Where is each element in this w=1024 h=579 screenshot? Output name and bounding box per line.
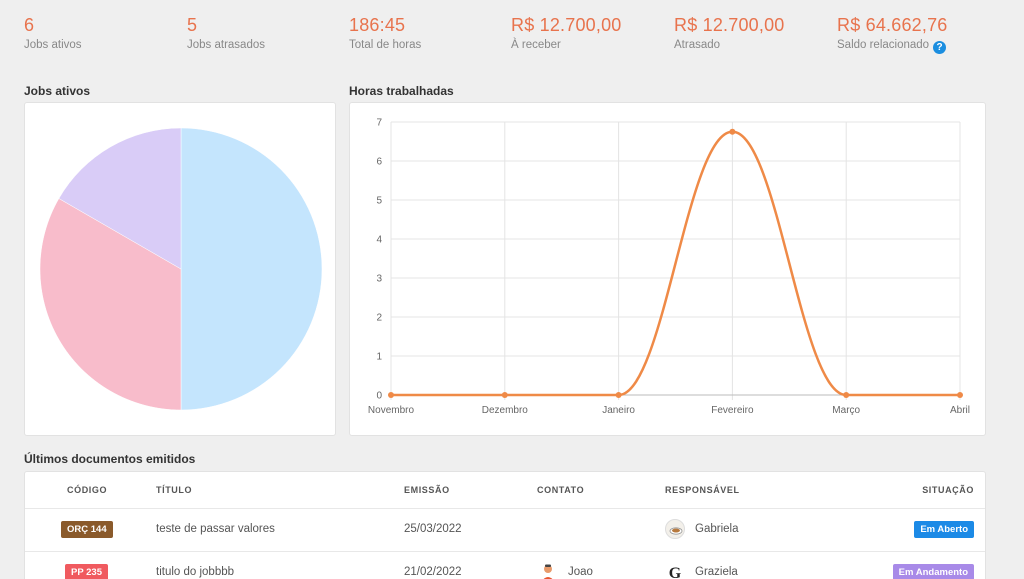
stat-a-receber: R$ 12.700,00 À receber (511, 14, 622, 52)
stat-atrasado: R$ 12.700,00 Atrasado (674, 14, 785, 52)
status-badge: Em Andamento (892, 564, 974, 579)
header-responsavel[interactable]: RESPONSÁVEL (665, 485, 740, 495)
section-title-jobs-ativos: Jobs ativos (24, 84, 91, 98)
row-responsavel: Gabriela (695, 523, 739, 535)
stat-value: 6 (24, 15, 35, 35)
stat-value: R$ 64.662,76 (837, 15, 948, 35)
person-avatar-icon (538, 562, 558, 579)
y-tick-label: 5 (376, 196, 382, 207)
row-titulo[interactable]: teste de passar valores (156, 523, 275, 535)
header-contato[interactable]: CONTATO (537, 485, 584, 495)
jobs-ativos-pie-card (24, 102, 336, 436)
stat-value: R$ 12.700,00 (674, 15, 785, 35)
stat-label: Saldo relacionado? (837, 38, 948, 54)
row-responsavel: Graziela (695, 566, 738, 578)
stat-label: Total de horas (349, 39, 422, 51)
stat-value: R$ 12.700,00 (511, 15, 622, 35)
jobs-ativos-pie-chart (39, 127, 323, 411)
data-point[interactable] (957, 392, 963, 398)
question-circle-icon[interactable]: ? (933, 41, 947, 54)
header-emissao[interactable]: EMISSÃO (404, 485, 450, 495)
data-point[interactable] (843, 392, 850, 398)
stat-total-horas: 186:45 Total de horas (349, 14, 421, 52)
section-title-ultimos-documentos: Últimos documentos emitidos (24, 452, 196, 466)
documents-table: CÓDIGO TÍTULO EMISSÃO CONTATO RESPONSÁVE… (24, 471, 986, 579)
x-tick-label: Abril (950, 405, 970, 416)
code-badge[interactable]: PP 235 (65, 564, 108, 579)
code-badge[interactable]: ORÇ 144 (61, 521, 113, 538)
table-row[interactable]: PP 235 titulo do jobbbb 21/02/2022 Joao … (25, 552, 985, 579)
x-tick-label: Janeiro (602, 405, 635, 416)
section-title-horas-trabalhadas: Horas trabalhadas (349, 84, 454, 98)
y-tick-label: 1 (376, 352, 382, 363)
stat-label: Jobs ativos (24, 39, 82, 51)
y-tick-label: 4 (376, 235, 382, 246)
row-emissao: 21/02/2022 (404, 566, 462, 578)
row-titulo[interactable]: titulo do jobbbb (156, 566, 234, 578)
x-tick-label: Março (832, 405, 860, 416)
y-tick-label: 0 (376, 391, 382, 402)
header-situacao[interactable]: SITUAÇÃO (922, 485, 974, 495)
stats-bar: 6 Jobs ativos 5 Jobs atrasados 186:45 To… (24, 14, 1014, 58)
y-tick-label: 7 (376, 118, 382, 129)
data-point[interactable] (388, 392, 394, 398)
header-titulo[interactable]: TÍTULO (156, 485, 192, 495)
google-avatar-icon: G (665, 562, 685, 579)
stat-value: 186:45 (349, 15, 406, 35)
data-point[interactable] (615, 392, 622, 398)
stat-saldo-relacionado: R$ 64.662,76 Saldo relacionado? (837, 14, 948, 54)
stat-jobs-ativos: 6 Jobs ativos (24, 14, 82, 52)
y-tick-label: 6 (376, 157, 382, 168)
pie-slice-0[interactable] (180, 127, 323, 411)
x-tick-label: Fevereiro (711, 405, 754, 416)
y-tick-label: 2 (376, 313, 382, 324)
data-point[interactable] (729, 128, 736, 135)
stat-label-text: Saldo relacionado (837, 39, 930, 51)
stat-value: 5 (187, 15, 198, 35)
status-badge: Em Aberto (914, 521, 974, 538)
header-codigo[interactable]: CÓDIGO (67, 485, 107, 495)
horas-trabalhadas-line-card: 0 1 2 3 4 5 6 7 Novembro Dezembro Janeiro Fevereiro… (349, 102, 986, 436)
horas-trabalhadas-line-chart: 0 1 2 3 4 5 6 7 Novembro Dezembro Janeiro Fevereiro… (368, 118, 970, 417)
stat-label: Atrasado (674, 39, 721, 51)
table-header: CÓDIGO TÍTULO EMISSÃO CONTATO RESPONSÁVE… (25, 472, 985, 509)
y-tick-label: 3 (376, 274, 382, 285)
stat-jobs-atrasados: 5 Jobs atrasados (187, 14, 265, 52)
x-tick-label: Dezembro (482, 405, 529, 416)
stat-label: À receber (511, 39, 561, 51)
table-row[interactable]: ORÇ 144 teste de passar valores 25/03/20… (25, 509, 985, 552)
data-point[interactable] (501, 392, 508, 398)
row-contato: Joao (568, 566, 593, 578)
stat-label: Jobs atrasados (187, 39, 265, 51)
row-emissao: 25/03/2022 (404, 523, 462, 535)
x-tick-label: Novembro (368, 405, 415, 416)
coffee-avatar-icon (665, 519, 685, 539)
svg-text:G: G (669, 565, 682, 579)
